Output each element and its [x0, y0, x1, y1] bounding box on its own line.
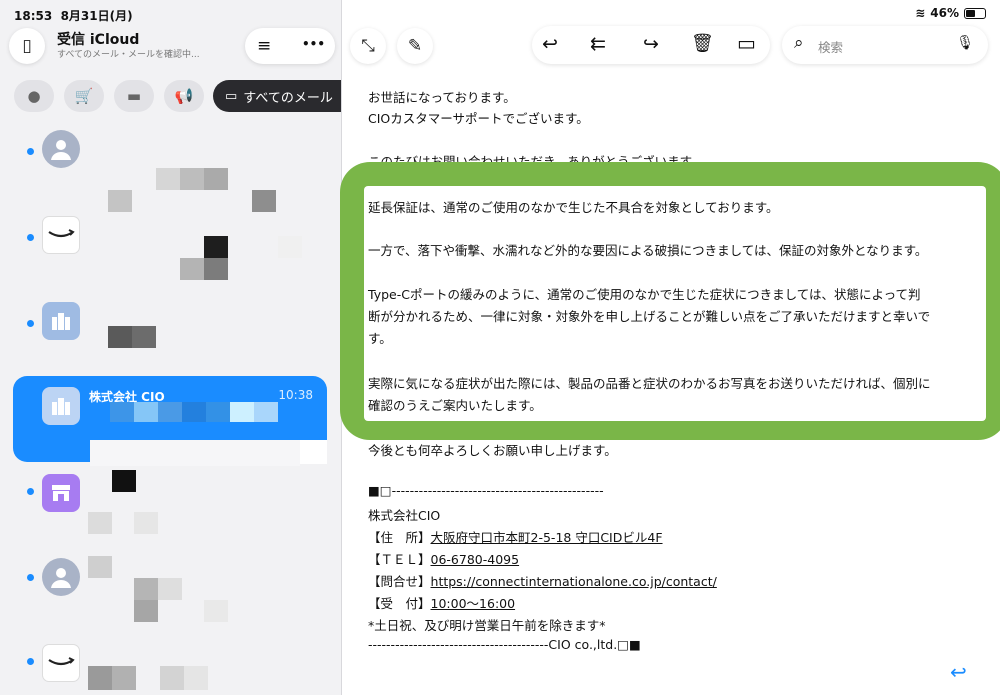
avatar-person-icon	[42, 130, 80, 168]
tray-icon: ▭	[225, 88, 238, 104]
message-actions: ↩ ⇇ ↪ 🗑 ▭	[532, 26, 770, 64]
forward-button[interactable]: ↪	[643, 33, 659, 55]
email-greeting: お世話になっております。	[368, 90, 516, 105]
unread-dot	[27, 320, 34, 327]
unread-dot	[27, 658, 34, 665]
filter-all-mail[interactable]: ▭ すべてのメール	[213, 80, 341, 112]
collapse-button[interactable]: ⤡	[350, 28, 386, 64]
mailbox-status: すべてのメール・メールを確認中...	[57, 50, 200, 60]
unread-dot	[27, 488, 34, 495]
address-link[interactable]: 大阪府守口市本町2-5-18 守口CIDビル4F	[431, 530, 663, 545]
more-icon: •••	[302, 37, 326, 51]
avatar-store-icon	[42, 474, 80, 512]
search-input[interactable]: 検索	[818, 37, 843, 56]
reply-icon: ↩	[950, 660, 967, 684]
forward-icon: ↪	[643, 33, 659, 55]
sidebar-icon: ▯	[22, 36, 32, 56]
filter-button[interactable]: ≡	[257, 36, 271, 56]
unread-dot	[27, 148, 34, 155]
status-time: 18:53 8月31日(月)	[14, 9, 133, 23]
status-indicators: ≋ 46%	[915, 6, 986, 20]
collapse-icon: ⤡	[361, 36, 375, 56]
search-bar[interactable]: ⌕ 検索 🎙	[782, 26, 988, 64]
mic-button[interactable]: 🎙	[956, 35, 974, 51]
wifi-icon: ≋	[915, 6, 926, 20]
battery-icon	[964, 7, 986, 19]
move-folder-button[interactable]: ▭	[737, 31, 756, 55]
unread-dot	[27, 574, 34, 581]
megaphone-icon: 📢	[174, 87, 194, 105]
compose-button[interactable]: ✎	[397, 28, 433, 64]
compose-icon: ✎	[407, 36, 423, 56]
mail-list-item[interactable]	[0, 552, 341, 638]
list-actions: ≡ •••	[245, 28, 335, 64]
mic-icon: 🎙	[956, 35, 974, 51]
reply-button[interactable]: ↩	[542, 33, 558, 55]
more-button[interactable]: •••	[302, 37, 325, 51]
avatar-building-icon	[42, 302, 80, 340]
signature-company: 株式会社CIO	[368, 508, 441, 523]
signature-hours: 【受 付】10:00〜16:00	[368, 596, 516, 611]
mailbox-sidebar: 18:53 8月31日(月) ▯ 受信 iCloud すべてのメール・メールを確…	[0, 0, 341, 695]
signature-note: *土日祝、及び明け営業日午前を除きます*	[368, 618, 606, 633]
reply-all-button[interactable]: ⇇	[590, 33, 606, 55]
filter-updates[interactable]: ▬	[114, 80, 154, 112]
filter-icon: ≡	[257, 36, 272, 56]
email-paragraph: 一方で、落下や衝撃、水濡れなど外的な要因による破損につきましては、保証の対象外と…	[368, 243, 928, 258]
selected-time: 10:38	[278, 388, 313, 402]
battery-percent: 46%	[930, 6, 959, 20]
contact-link[interactable]: https://connectinternationalone.co.jp/co…	[431, 574, 717, 589]
cart-icon: 🛒	[74, 87, 94, 105]
filter-all-label: すべてのメール	[243, 90, 333, 106]
filter-promotions[interactable]: 📢	[164, 80, 204, 112]
signature-contact: 【問合せ】https://connectinternationalone.co.…	[368, 574, 717, 589]
signature-tel: 【ＴＥＬ】06-6780-4095	[368, 552, 520, 567]
mail-list-item[interactable]	[0, 128, 341, 214]
hours-link[interactable]: 10:00〜16:00	[431, 596, 516, 611]
email-greeting: CIOカスタマーサポートでございます。	[368, 111, 589, 126]
email-closing: 今後とも何卒よろしくお願い申し上げます。	[368, 443, 617, 458]
signature-address: 【住 所】大阪府守口市本町2-5-18 守口CIDビル4F	[368, 530, 663, 545]
folder-icon: ▭	[737, 31, 756, 55]
search-icon: ⌕	[794, 33, 804, 53]
mail-list-item[interactable]	[0, 216, 341, 302]
person-icon: ●	[27, 87, 41, 105]
signature-line: ■□--------------------------------------…	[368, 483, 604, 498]
email-paragraph: Type-Cポートの緩みのように、通常のご使用のなかで生じた症状につきましては、…	[368, 287, 921, 302]
filter-transactions[interactable]: 🛒	[64, 80, 104, 112]
email-paragraph: 確認のうえご案内いたします。	[368, 398, 542, 413]
reply-floating-button[interactable]: ↩	[950, 660, 967, 684]
email-paragraph: 実際に気になる症状が出た際には、製品の品番と症状のわかるお写真をお送りいただけれ…	[368, 376, 931, 391]
tel-link[interactable]: 06-6780-4095	[431, 552, 520, 567]
mailbox-title: 受信 iCloud	[57, 32, 140, 48]
mail-list-item[interactable]	[0, 640, 341, 695]
reply-icon: ↩	[542, 33, 558, 55]
email-paragraph: す。	[368, 331, 392, 346]
email-paragraph: 延長保証は、通常のご使用のなかで生じた不具合を対象としております。	[368, 200, 779, 215]
avatar-person-icon	[42, 558, 80, 596]
signature-footer: ----------------------------------------…	[368, 637, 641, 652]
sidebar-toggle-button[interactable]: ▯	[9, 28, 45, 64]
avatar-amazon-icon	[42, 644, 80, 682]
unread-dot	[27, 234, 34, 241]
trash-icon: 🗑	[691, 33, 714, 54]
avatar-building-icon	[42, 387, 80, 425]
reply-all-icon: ⇇	[590, 33, 606, 55]
email-paragraph: 断が分かれるため、一律に対象・対象外を申し上げることが難しい点をご了承いただけま…	[368, 309, 931, 324]
chat-icon: ▬	[126, 87, 142, 105]
mail-list-item[interactable]	[0, 470, 341, 556]
avatar-amazon-icon	[42, 216, 80, 254]
filter-primary[interactable]: ●	[14, 80, 54, 112]
trash-button[interactable]: 🗑	[691, 33, 714, 54]
